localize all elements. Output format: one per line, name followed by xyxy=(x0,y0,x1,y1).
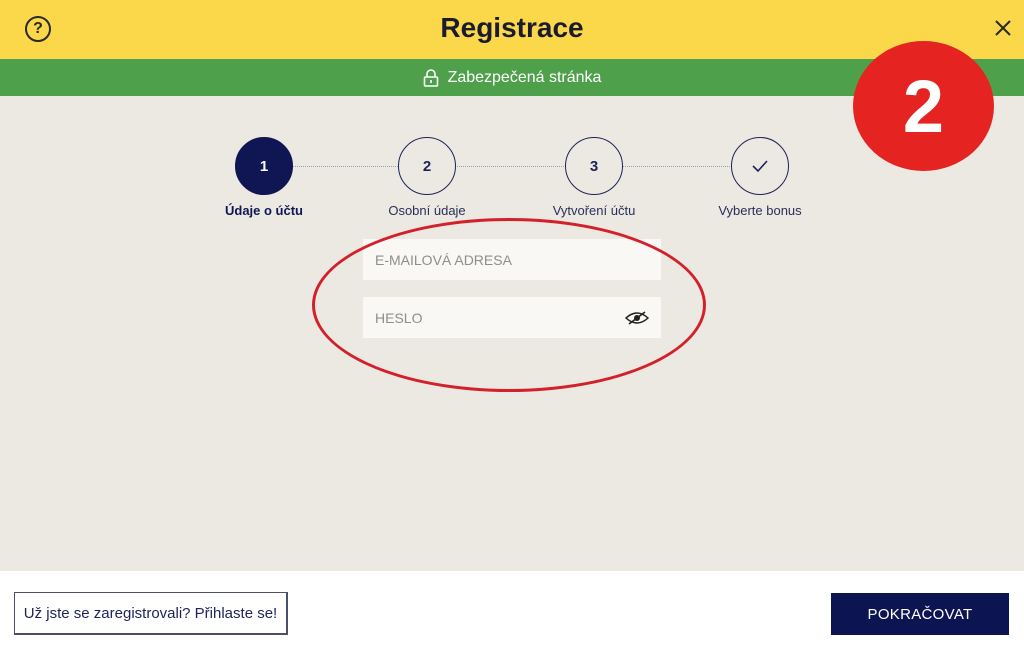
step-label: Osobní údaje xyxy=(388,203,466,218)
eye-slash-icon[interactable] xyxy=(625,310,649,325)
step-circle-1: 1 xyxy=(235,137,293,195)
close-icon xyxy=(995,20,1011,36)
step-choose-bonus[interactable]: Vyberte bonus xyxy=(690,137,830,218)
login-link-button[interactable]: Už jste se zaregistrovali? Přihlaste se! xyxy=(14,592,288,635)
step-circle-3: 3 xyxy=(565,137,623,195)
page-title: Registrace xyxy=(440,12,584,43)
step-circle-2: 2 xyxy=(398,137,456,195)
password-input[interactable] xyxy=(375,309,625,326)
step-create-account[interactable]: 3 Vytvoření účtu xyxy=(524,137,664,218)
check-icon xyxy=(752,160,768,173)
steps-connector xyxy=(264,166,760,167)
step-label: Údaje o účtu xyxy=(224,203,303,218)
email-input[interactable] xyxy=(375,251,649,268)
registration-content: 1 Údaje o účtu 2 Osobní údaje 3 Vytvořen… xyxy=(0,96,1024,571)
password-field[interactable] xyxy=(363,297,661,338)
header-bar: ? Registrace xyxy=(0,0,1024,59)
step-personal-details[interactable]: 2 Osobní údaje xyxy=(357,137,497,218)
step-label: Vyberte bonus xyxy=(718,203,802,218)
step-account-details[interactable]: 1 Údaje o účtu xyxy=(194,137,334,218)
close-button[interactable] xyxy=(989,14,1017,42)
annotation-step-badge: 2 xyxy=(853,41,994,171)
lock-icon xyxy=(423,68,438,87)
secure-page-text: Zabezpečená stránka xyxy=(447,68,602,86)
step-label: Vytvoření účtu xyxy=(552,203,636,218)
continue-button[interactable]: POKRAČOVAT xyxy=(831,593,1009,635)
step-circle-4 xyxy=(731,137,789,195)
email-field[interactable] xyxy=(363,239,661,280)
footer-bar: Už jste se zaregistrovali? Přihlaste se!… xyxy=(0,571,1024,649)
